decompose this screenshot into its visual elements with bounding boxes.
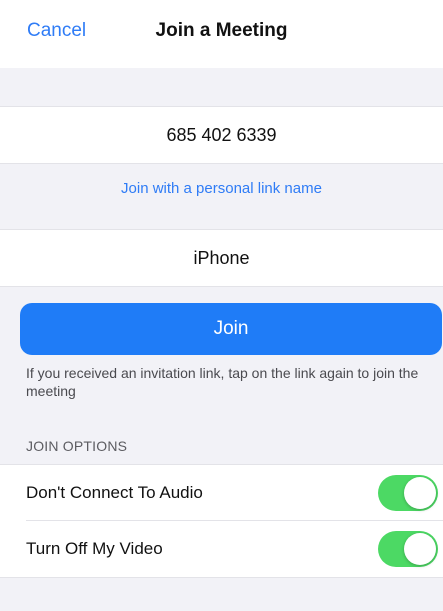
meeting-id-value: 685 402 6339 (166, 125, 277, 145)
display-name-field[interactable]: iPhone (0, 229, 443, 287)
display-name-value: iPhone (193, 248, 250, 268)
meeting-id-field[interactable]: 685 402 6339 (0, 106, 443, 164)
option-label-audio: Don't Connect To Audio (26, 483, 203, 502)
audio-toggle[interactable] (378, 475, 438, 511)
join-button[interactable]: Join (20, 303, 442, 355)
toggle-knob (404, 533, 436, 565)
video-toggle[interactable] (378, 531, 438, 567)
join-options-group: Don't Connect To Audio Turn Off My Video (0, 464, 443, 578)
toggle-knob (404, 477, 436, 509)
option-row-audio: Don't Connect To Audio (0, 465, 443, 521)
page-title: Join a Meeting (155, 20, 288, 41)
option-label-video: Turn Off My Video (26, 539, 163, 558)
personal-link-button[interactable]: Join with a personal link name (0, 180, 443, 197)
join-hint-text: If you received an invitation link, tap … (26, 365, 419, 399)
nav-bar: Cancel Join a Meeting (0, 0, 443, 68)
join-options-header: JOIN OPTIONS (26, 438, 128, 454)
option-row-video: Turn Off My Video (0, 521, 443, 577)
